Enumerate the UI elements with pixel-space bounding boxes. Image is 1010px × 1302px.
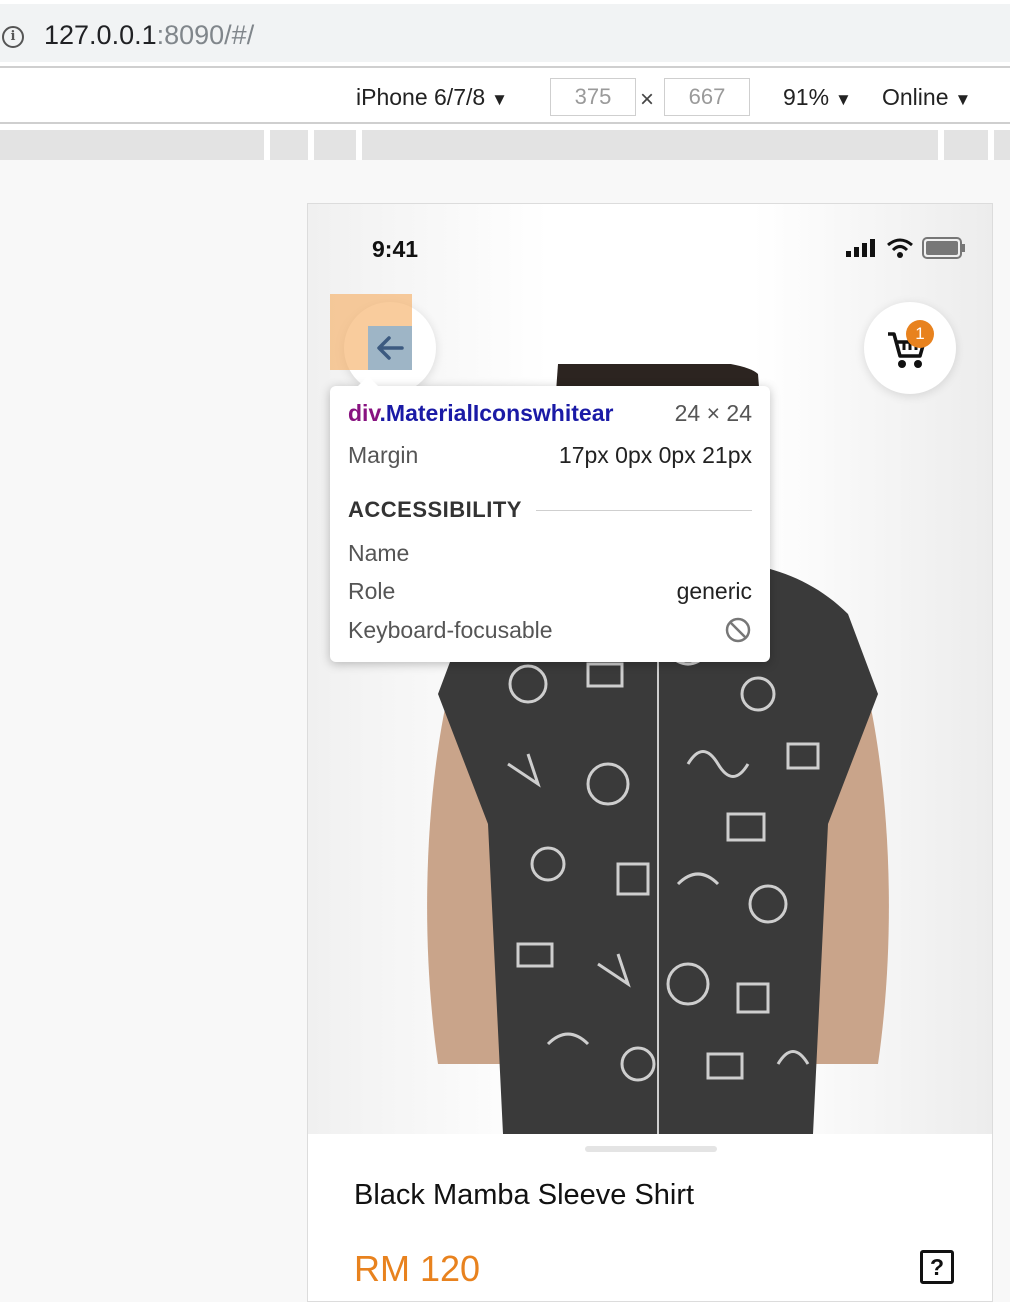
help-icon[interactable]: ? bbox=[920, 1250, 954, 1284]
product-info-panel: Black Mamba Sleeve Shirt RM 120 ? bbox=[308, 1134, 992, 1301]
tooltip-name-row: Name bbox=[348, 540, 752, 567]
tooltip-accessibility-header: ACCESSIBILITY bbox=[348, 497, 752, 523]
name-label: Name bbox=[348, 540, 410, 566]
status-time: 9:41 bbox=[372, 236, 419, 262]
ruler-segment[interactable] bbox=[270, 130, 308, 160]
device-select[interactable]: iPhone 6/7/8 ▼ bbox=[356, 84, 508, 111]
media-query-ruler bbox=[0, 124, 1010, 160]
tooltip-arrow bbox=[358, 376, 378, 386]
url-host: 127.0.0.1 bbox=[44, 20, 157, 50]
focusable-label: Keyboard-focusable bbox=[348, 616, 553, 643]
element-size: 24 × 24 bbox=[674, 400, 752, 426]
url-field[interactable]: i 127.0.0.1:8090/#/ bbox=[0, 4, 1010, 62]
height-input[interactable]: 667 bbox=[664, 78, 750, 116]
battery-icon bbox=[922, 237, 965, 259]
device-toolbar: iPhone 6/7/8 ▼ 375 × 667 91% ▼ Online ▼ bbox=[0, 66, 1010, 124]
ruler-segment[interactable] bbox=[314, 130, 356, 160]
zoom-select[interactable]: 91% ▼ bbox=[783, 84, 852, 111]
times-icon: × bbox=[640, 86, 655, 113]
margin-value: 17px 0px 0px 21px bbox=[558, 442, 752, 468]
chevron-down-icon: ▼ bbox=[835, 90, 852, 109]
product-name: Black Mamba Sleeve Shirt bbox=[354, 1179, 695, 1211]
ruler-segment[interactable] bbox=[944, 130, 988, 160]
tooltip-margin-row: Margin 17px 0px 0px 21px bbox=[348, 442, 752, 469]
role-label: Role bbox=[348, 578, 396, 604]
network-select-label: Online bbox=[882, 84, 949, 110]
ruler-segment[interactable] bbox=[994, 130, 1010, 160]
product-price: RM 120 bbox=[354, 1248, 481, 1289]
ruler-segment[interactable] bbox=[362, 130, 938, 160]
chevron-down-icon: ▼ bbox=[491, 90, 508, 109]
product-image: 9:41 1 bbox=[308, 204, 992, 1134]
url-text[interactable]: 127.0.0.1:8090/#/ bbox=[44, 20, 254, 51]
signal-icon bbox=[846, 239, 875, 257]
zoom-select-label: 91% bbox=[783, 84, 830, 110]
selector-class: .MaterialIconswhitear bbox=[379, 400, 614, 426]
divider bbox=[535, 509, 752, 511]
wifi-icon bbox=[887, 238, 913, 258]
cart-count-badge: 1 bbox=[906, 320, 934, 348]
info-icon[interactable]: i bbox=[2, 26, 24, 48]
device-select-label: iPhone 6/7/8 bbox=[356, 84, 486, 110]
inspector-tooltip: div.MaterialIconswhitear 24 × 24 Margin … bbox=[330, 376, 770, 662]
width-input[interactable]: 375 bbox=[550, 78, 636, 116]
ruler-segment[interactable] bbox=[0, 130, 264, 160]
not-focusable-icon bbox=[725, 617, 751, 643]
tooltip-focusable-row: Keyboard-focusable bbox=[348, 616, 752, 644]
arrow-back-icon[interactable] bbox=[368, 326, 412, 370]
tooltip-role-row: Role generic bbox=[348, 578, 752, 605]
chevron-down-icon: ▼ bbox=[954, 90, 972, 109]
inspector-content-highlight bbox=[368, 326, 412, 370]
accessibility-heading: ACCESSIBILITY bbox=[348, 497, 522, 522]
url-path: :8090/#/ bbox=[156, 20, 255, 50]
cart-button[interactable]: 1 bbox=[864, 302, 956, 394]
selector-tag: div bbox=[348, 400, 380, 426]
selector: div.MaterialIconswhitear bbox=[348, 400, 613, 427]
margin-label: Margin bbox=[348, 442, 419, 468]
address-bar: i 127.0.0.1:8090/#/ bbox=[0, 0, 1010, 66]
role-value: generic bbox=[676, 578, 752, 604]
phone-screen: 9:41 1 Black Mamba Sleeve Shirt RM 120 ? bbox=[307, 203, 993, 1302]
network-select[interactable]: Online ▼ bbox=[882, 84, 971, 111]
tooltip-selector-row: div.MaterialIconswhitear 24 × 24 bbox=[348, 400, 752, 427]
drag-handle[interactable] bbox=[585, 1146, 717, 1152]
status-icons bbox=[846, 236, 966, 260]
